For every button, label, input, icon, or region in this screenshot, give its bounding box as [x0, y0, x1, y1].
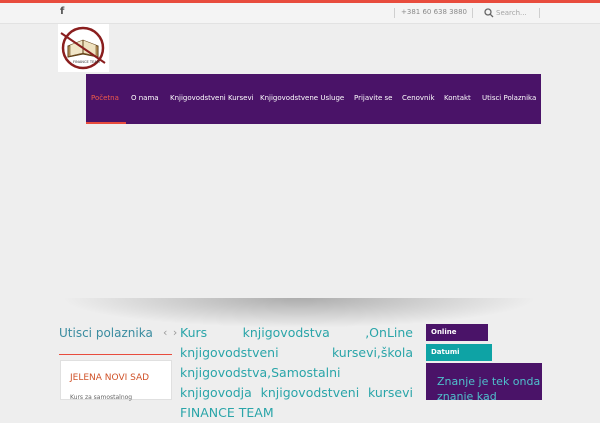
svg-text:FINANCE TEAM: FINANCE TEAM [73, 60, 100, 64]
main-navigation: Početna O nama Knjigovodstveni Kursevi K… [86, 74, 541, 124]
divider [394, 8, 395, 18]
nav-item-cenovnik[interactable]: Cenovnik [402, 94, 435, 102]
promo-text: Znanje je tek onda znanje kad [437, 375, 541, 400]
nav-item-prijavite-se[interactable]: Prijavite se [354, 94, 392, 102]
testimonial-author: JELENA NOVI SAD [70, 373, 150, 383]
top-bar: f +381 60 638 3880 [0, 3, 600, 24]
site-logo[interactable]: FINANCE TEAM [58, 24, 109, 72]
promo-box: Znanje je tek onda znanje kad [426, 363, 542, 400]
facebook-icon[interactable]: f [60, 6, 64, 17]
search-icon[interactable] [484, 8, 494, 18]
book-logo-icon: FINANCE TEAM [60, 26, 106, 70]
online-prijave-button[interactable]: Online prijave [426, 324, 488, 353]
search-input[interactable] [496, 6, 536, 20]
nav-item-pocetna[interactable]: Početna [91, 94, 119, 102]
datumi-kurseva-button[interactable]: Datumi kurseva [426, 344, 492, 373]
nav-item-knjigovodstvene-usluge[interactable]: Knjigovodstvene Usluge [260, 94, 344, 102]
nav-item-kontakt[interactable]: Kontakt [444, 94, 471, 102]
testimonials-title: Utisci polaznika [59, 326, 153, 340]
nav-item-o-nama[interactable]: O nama [131, 94, 159, 102]
nav-item-knjigovodstveni-kursevi[interactable]: Knjigovodstveni Kursevi [170, 94, 254, 102]
divider [539, 8, 540, 18]
nav-item-utisci-polaznika[interactable]: Utisci Polaznika [482, 94, 536, 102]
slider-arrows-icon[interactable]: ‹ › [163, 326, 178, 339]
divider [472, 8, 473, 18]
active-nav-indicator [86, 122, 126, 124]
divider [59, 354, 172, 355]
page-headline: Kurs knjigovodstva ,OnLine knjigovodstve… [180, 325, 413, 420]
testimonial-card: JELENA NOVI SAD Kurs za samostalnog [60, 360, 172, 401]
phone-number: +381 60 638 3880 [401, 8, 467, 16]
